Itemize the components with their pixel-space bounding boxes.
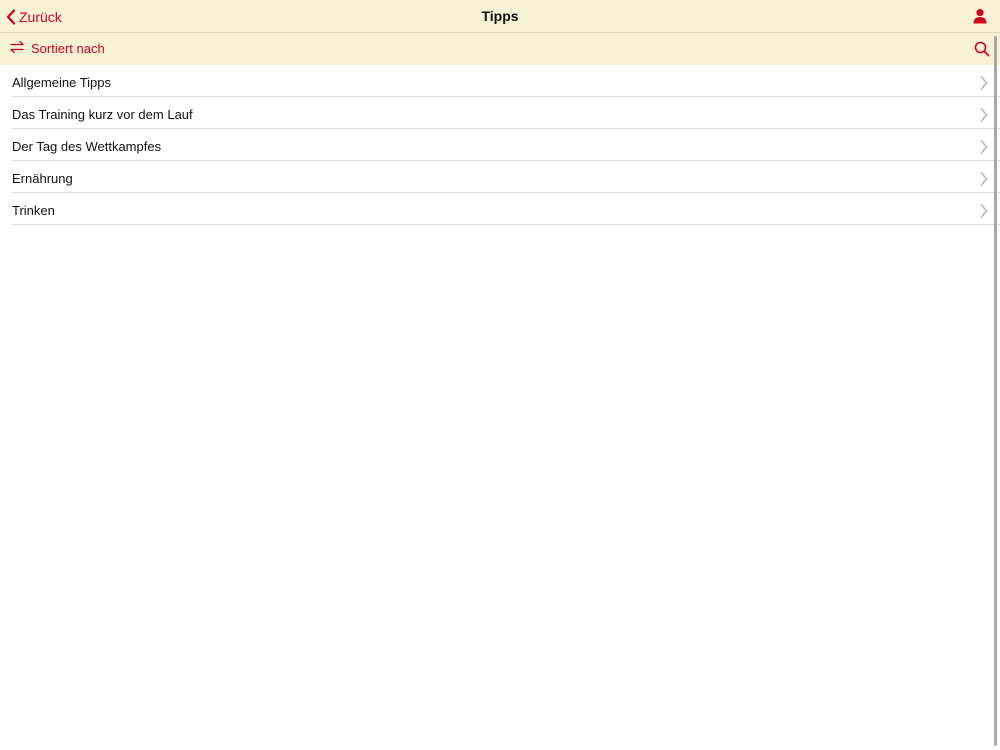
list-item-label: Das Training kurz vor dem Lauf	[12, 107, 193, 122]
list-item-label: Trinken	[12, 203, 55, 218]
chevron-right-icon	[980, 108, 988, 122]
sort-toolbar: Sortiert nach	[0, 33, 1000, 65]
list-item[interactable]: Allgemeine Tipps	[12, 65, 1000, 97]
person-icon	[972, 9, 988, 28]
list-item[interactable]: Das Training kurz vor dem Lauf	[12, 97, 1000, 129]
list-item[interactable]: Der Tag des Wettkampfes	[12, 129, 1000, 161]
chevron-right-icon	[980, 204, 988, 218]
list-item-label: Ernährung	[12, 171, 73, 186]
chevron-right-icon	[980, 76, 988, 90]
navigation-bar: Zurück Tipps	[0, 0, 1000, 33]
list-item-label: Der Tag des Wettkampfes	[12, 139, 162, 154]
back-button[interactable]: Zurück	[6, 6, 62, 28]
sort-button[interactable]: Sortiert nach	[9, 39, 105, 59]
sort-label: Sortiert nach	[31, 41, 105, 56]
list-item[interactable]: Trinken	[12, 193, 1000, 225]
scroll-indicator[interactable]	[994, 36, 997, 746]
page-title: Tipps	[481, 8, 519, 24]
search-icon	[974, 41, 990, 61]
chevron-left-icon	[6, 9, 16, 25]
profile-button[interactable]	[972, 8, 988, 24]
list-item-label: Allgemeine Tipps	[12, 75, 111, 90]
tips-list: Allgemeine Tipps Das Training kurz vor d…	[0, 65, 1000, 225]
chevron-right-icon	[980, 172, 988, 186]
chevron-right-icon	[980, 140, 988, 154]
swap-arrows-icon	[9, 40, 25, 59]
list-item[interactable]: Ernährung	[12, 161, 1000, 193]
back-label: Zurück	[19, 9, 62, 25]
search-button[interactable]	[974, 41, 990, 57]
